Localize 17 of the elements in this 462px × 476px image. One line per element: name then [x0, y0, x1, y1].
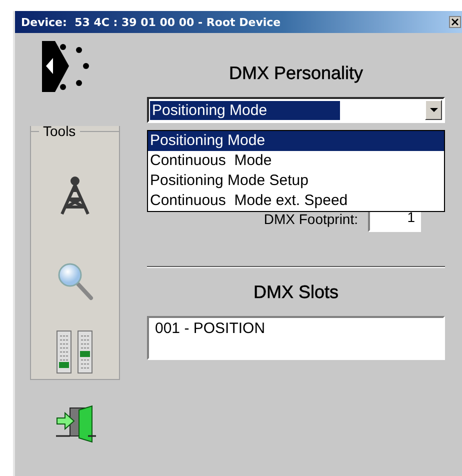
close-button[interactable]: [449, 16, 461, 28]
tower-icon: [58, 176, 92, 216]
section-heading: DMX Personality: [228, 63, 364, 85]
close-icon: [451, 18, 459, 26]
window-title: Device: 53 4C : 39 01 00 00 - Root Device: [21, 16, 281, 28]
field-label: DMX Footprint:: [264, 210, 358, 226]
personality-dropdown[interactable]: Positioning Mode: [147, 97, 445, 123]
caret-icon: [430, 108, 438, 112]
dropdown-option[interactable]: Continuous Mode: [148, 151, 444, 171]
section-heading: DMX Slots: [252, 282, 340, 304]
panel-title: Tools: [42, 123, 77, 139]
exit-door-icon: [55, 404, 97, 444]
search-icon: [56, 261, 94, 301]
dropdown-option[interactable]: Positioning Mode: [148, 131, 444, 151]
dropdown-option[interactable]: Positioning Mode Setup: [148, 171, 444, 191]
slot-item[interactable]: 001 - POSITION: [155, 320, 437, 337]
fader-icon: [56, 330, 94, 374]
